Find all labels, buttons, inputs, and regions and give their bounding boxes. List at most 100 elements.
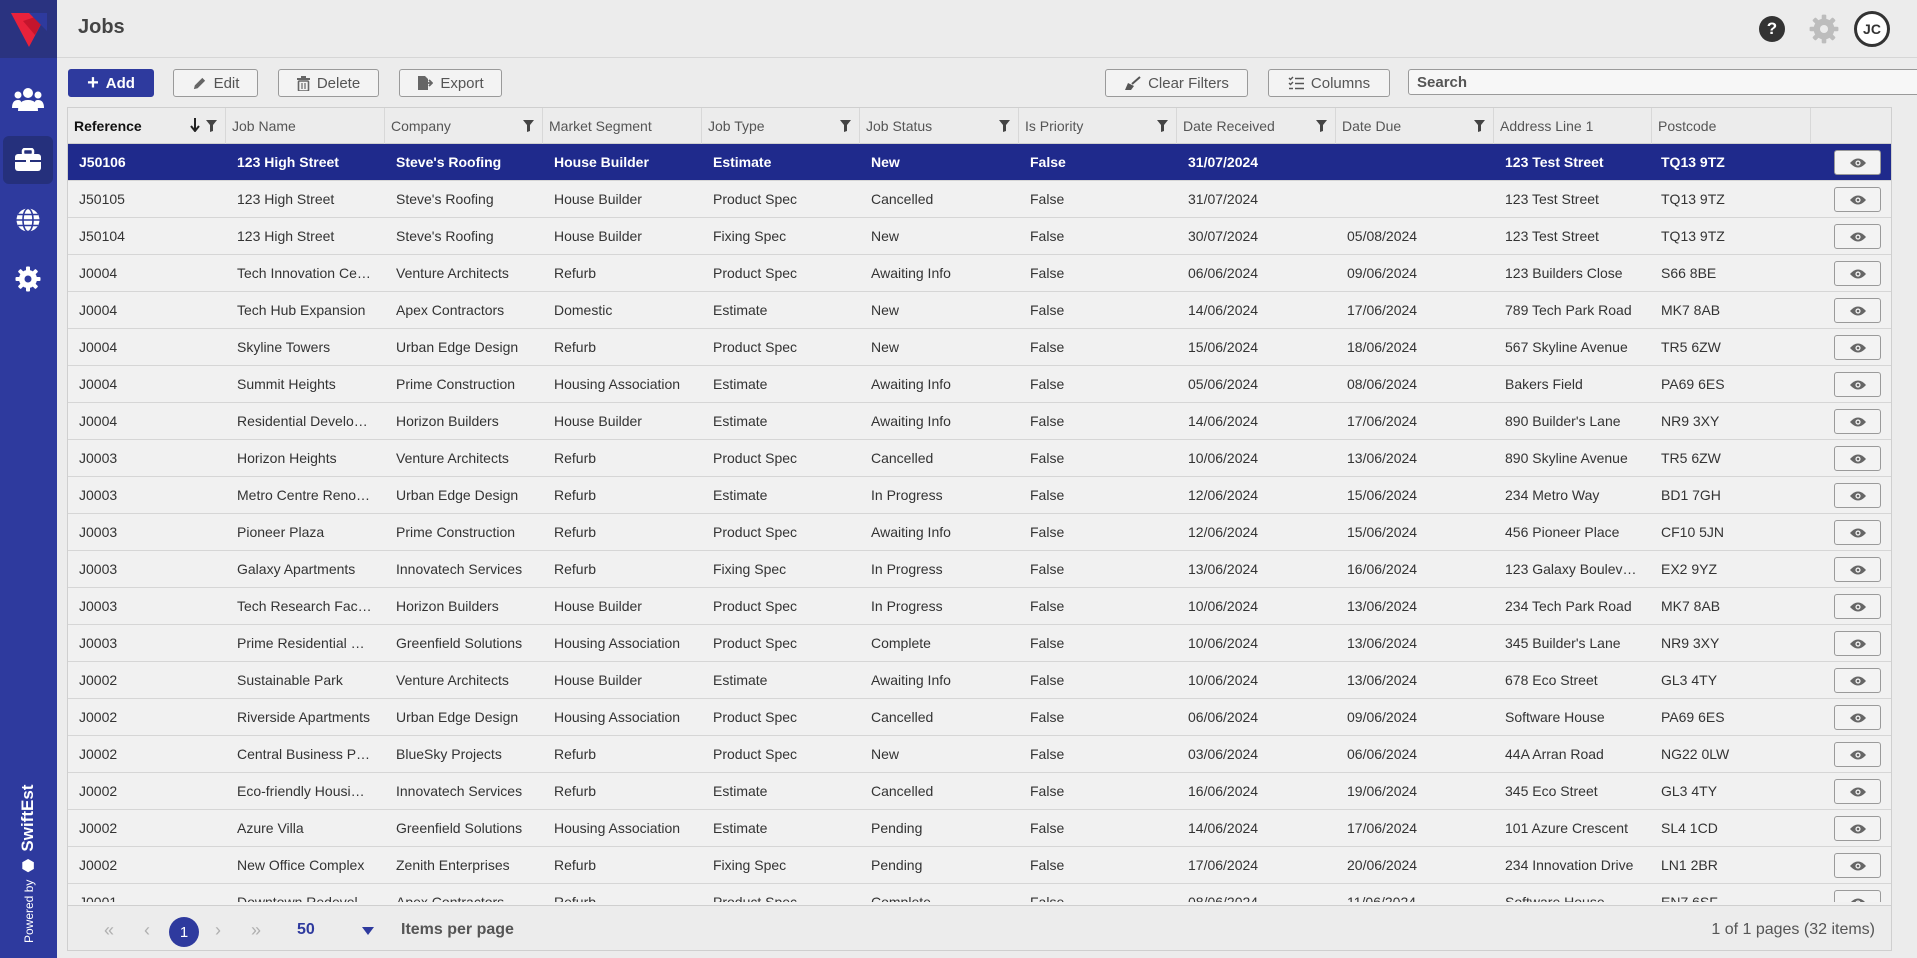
cell-market-segment: Refurb xyxy=(554,450,597,466)
column-header-label: Address Line 1 xyxy=(1500,118,1594,134)
delete-button[interactable]: Delete xyxy=(278,69,379,97)
view-row-button[interactable] xyxy=(1834,261,1881,286)
page-size-select[interactable]: 50 xyxy=(297,921,315,939)
column-header-postcode[interactable]: Postcode xyxy=(1652,108,1811,144)
column-header-company[interactable]: Company xyxy=(385,108,543,144)
view-row-button[interactable] xyxy=(1834,372,1881,397)
filter-icon[interactable] xyxy=(1157,119,1168,135)
cell-job-type: Product Spec xyxy=(713,339,798,355)
view-row-button[interactable] xyxy=(1834,705,1881,730)
export-button[interactable]: Export xyxy=(399,69,502,97)
table-row[interactable]: J0003 Pioneer Plaza Prime Construction Refu… xyxy=(68,514,1891,551)
help-button[interactable]: ? xyxy=(1759,16,1785,42)
next-page-icon[interactable]: › xyxy=(215,920,221,941)
columns-button[interactable]: Columns xyxy=(1268,69,1390,97)
view-row-button[interactable] xyxy=(1834,520,1881,545)
column-header-address-line-1[interactable]: Address Line 1 xyxy=(1494,108,1652,144)
table-row[interactable]: J0004 Residential Develo… Horizon Builders… xyxy=(68,403,1891,440)
filter-icon[interactable] xyxy=(206,119,217,135)
cell-date-received: 10/06/2024 xyxy=(1188,672,1259,688)
cell-address-line-1: 123 Builders Close xyxy=(1505,265,1623,281)
cell-market-segment: Refurb xyxy=(554,524,597,540)
edit-button[interactable]: Edit xyxy=(173,69,258,97)
table-row[interactable]: J0003 Galaxy Apartments Innovatech Service… xyxy=(68,551,1891,588)
view-row-button[interactable] xyxy=(1834,409,1881,434)
cell-is-priority: False xyxy=(1030,302,1065,318)
view-row-button[interactable] xyxy=(1834,631,1881,656)
filter-icon[interactable] xyxy=(1316,119,1327,135)
table-row[interactable]: J0004 Summit Heights Prime Construction Hou… xyxy=(68,366,1891,403)
column-header-is-priority[interactable]: Is Priority xyxy=(1019,108,1177,144)
sidebar-item-globe[interactable] xyxy=(3,196,53,244)
view-row-button[interactable] xyxy=(1834,224,1881,249)
last-page-icon[interactable]: » xyxy=(251,920,261,941)
cell-date-due: 19/06/2024 xyxy=(1347,783,1418,799)
table-row[interactable]: J0002 Central Business P… BlueSky Projects… xyxy=(68,736,1891,773)
settings-button[interactable] xyxy=(1809,14,1839,44)
table-row[interactable]: J0003 Horizon Heights Venture Architects Re… xyxy=(68,440,1891,477)
cell-postcode: BD1 7GH xyxy=(1661,487,1721,503)
table-row[interactable]: J0002 Eco-friendly Housi… Innovatech Servi… xyxy=(68,773,1891,810)
table-row[interactable]: J50106 123 High Street Steve's Roofing Hous… xyxy=(68,144,1891,181)
column-header-market-segment[interactable]: Market Segment xyxy=(543,108,702,144)
table-row[interactable]: J0004 Skyline Towers Urban Edge Design Refu… xyxy=(68,329,1891,366)
view-row-button[interactable] xyxy=(1834,446,1881,471)
caret-down-icon[interactable] xyxy=(362,927,374,935)
table-row[interactable]: J0003 Metro Centre Reno… Urban Edge Design… xyxy=(68,477,1891,514)
columns-button-label: Columns xyxy=(1310,74,1371,92)
table-row[interactable]: J0002 Riverside Apartments Urban Edge Desi… xyxy=(68,699,1891,736)
table-row[interactable]: J0004 Tech Hub Expansion Apex Contractors D… xyxy=(68,292,1891,329)
view-row-button[interactable] xyxy=(1834,668,1881,693)
filter-icon[interactable] xyxy=(523,119,534,135)
cell-reference: J0004 xyxy=(79,265,118,281)
view-row-button[interactable] xyxy=(1834,779,1881,804)
view-row-button[interactable] xyxy=(1834,742,1881,767)
cell-reference: J0002 xyxy=(79,783,118,799)
column-header-date-received[interactable]: Date Received xyxy=(1177,108,1336,144)
sidebar-item-users[interactable] xyxy=(3,75,53,123)
view-row-button[interactable] xyxy=(1834,483,1881,508)
column-header-job-status[interactable]: Job Status xyxy=(860,108,1019,144)
table-row[interactable]: J0002 Azure Villa Greenfield Solutions Hous… xyxy=(68,810,1891,847)
view-row-button[interactable] xyxy=(1834,298,1881,323)
search-input[interactable] xyxy=(1417,72,1917,92)
cell-is-priority: False xyxy=(1030,672,1065,688)
first-page-icon[interactable]: « xyxy=(104,920,114,941)
clear-filters-button[interactable]: Clear Filters xyxy=(1105,69,1248,97)
table-row[interactable]: J50105 123 High Street Steve's Roofing Hous… xyxy=(68,181,1891,218)
column-header-job-name[interactable]: Job Name xyxy=(226,108,385,144)
view-row-button[interactable] xyxy=(1834,890,1881,902)
table-row[interactable]: J0001 Downtown Redevel… Apex Contractors Re… xyxy=(68,884,1891,902)
view-row-button[interactable] xyxy=(1834,557,1881,582)
add-button[interactable]: + Add xyxy=(68,69,154,97)
column-header-date-due[interactable]: Date Due xyxy=(1336,108,1494,144)
table-row[interactable]: J0002 New Office Complex Zenith Enterprise… xyxy=(68,847,1891,884)
cell-job-status: Awaiting Info xyxy=(871,265,951,281)
sidebar-item-jobs[interactable] xyxy=(3,136,53,184)
filter-icon[interactable] xyxy=(1474,119,1485,135)
filter-icon[interactable] xyxy=(999,119,1010,135)
column-header-reference[interactable]: Reference xyxy=(68,108,226,144)
table-row[interactable]: J0003 Prime Residential … Greenfield Solut… xyxy=(68,625,1891,662)
view-row-button[interactable] xyxy=(1834,816,1881,841)
user-avatar[interactable]: JC xyxy=(1854,11,1890,47)
app-logo[interactable] xyxy=(0,0,57,58)
prev-page-icon[interactable]: ‹ xyxy=(144,920,150,941)
view-row-button[interactable] xyxy=(1834,594,1881,619)
current-page-button[interactable]: 1 xyxy=(169,917,199,947)
cell-job-name: Pioneer Plaza xyxy=(237,524,325,540)
eye-icon xyxy=(1849,158,1866,167)
table-row[interactable]: J0004 Tech Innovation Ce… Venture Architec… xyxy=(68,255,1891,292)
table-row[interactable]: J0002 Sustainable Park Venture Architects H… xyxy=(68,662,1891,699)
view-row-button[interactable] xyxy=(1834,150,1881,175)
sidebar-item-settings[interactable] xyxy=(3,255,53,303)
filter-icon[interactable] xyxy=(840,119,851,135)
table-row[interactable]: J0003 Tech Research Fac… Horizon Builders H… xyxy=(68,588,1891,625)
view-row-button[interactable] xyxy=(1834,335,1881,360)
table-row[interactable]: J50104 123 High Street Steve's Roofing Hous… xyxy=(68,218,1891,255)
cell-company: Urban Edge Design xyxy=(396,487,519,503)
column-header-job-type[interactable]: Job Type xyxy=(702,108,860,144)
view-row-button[interactable] xyxy=(1834,187,1881,212)
view-row-button[interactable] xyxy=(1834,853,1881,878)
sort-descending-icon[interactable] xyxy=(190,118,200,135)
